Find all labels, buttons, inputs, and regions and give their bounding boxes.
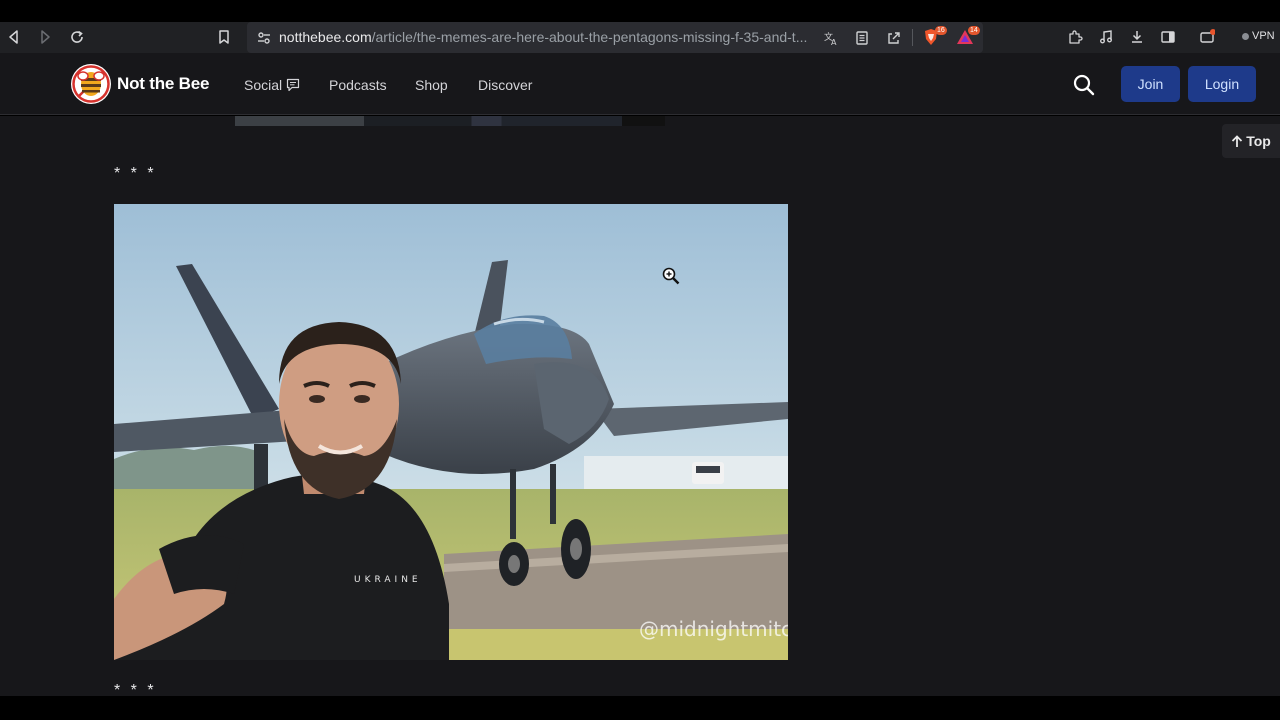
separator-bottom: * * * — [114, 682, 157, 696]
wallet-icon[interactable] — [1195, 26, 1219, 48]
f35-selfie-meme-image: UKRAINE @midnightmitc — [114, 204, 788, 660]
bookmark-icon[interactable] — [212, 26, 236, 48]
login-button[interactable]: Login — [1188, 66, 1256, 102]
back-icon[interactable] — [2, 26, 26, 48]
vpn-label: VPN — [1252, 30, 1275, 42]
share-icon[interactable] — [883, 27, 905, 49]
reload-icon[interactable] — [65, 26, 89, 48]
url-text[interactable]: notthebee.com/article/the-memes-are-here… — [279, 29, 814, 45]
zoom-in-cursor-icon — [662, 267, 680, 285]
brand-name[interactable]: Not the Bee — [117, 74, 209, 94]
reader-mode-icon[interactable] — [851, 27, 873, 49]
search-button[interactable] — [1072, 73, 1096, 97]
nav-discover[interactable]: Discover — [478, 77, 532, 93]
not-the-bee-logo[interactable] — [71, 64, 111, 104]
site-header: Not the Bee Social Podcasts Shop Discove… — [0, 53, 1280, 115]
forward-icon[interactable] — [33, 26, 57, 48]
shield-count-badge: 16 — [935, 26, 947, 35]
back-to-top-label: Top — [1246, 133, 1271, 149]
translate-icon[interactable]: 文A — [820, 27, 842, 49]
url-domain: notthebee.com — [279, 29, 372, 45]
download-icon[interactable] — [1125, 26, 1149, 48]
letterbox-bottom — [0, 696, 1280, 720]
music-icon[interactable] — [1094, 26, 1118, 48]
nav-podcasts-label: Podcasts — [329, 77, 387, 93]
nav-podcasts[interactable]: Podcasts — [329, 77, 387, 93]
chat-icon — [287, 78, 300, 92]
article-content: * * * UKRAINE @midnightmitc * * * Top — [0, 116, 1280, 696]
screen: notthebee.com/article/the-memes-are-here… — [0, 0, 1280, 720]
sidebar-icon[interactable] — [1156, 26, 1180, 48]
url-path: /article/the-memes-are-here-about-the-pe… — [371, 29, 808, 45]
previous-image — [235, 116, 665, 126]
nav-discover-label: Discover — [478, 77, 533, 93]
nav-social-label: Social — [244, 77, 283, 93]
article-image[interactable]: UKRAINE @midnightmitc — [114, 204, 788, 660]
shirt-text: UKRAINE — [354, 575, 422, 585]
browser-toolbar: notthebee.com/article/the-memes-are-here… — [0, 22, 1280, 53]
nav-shop[interactable]: Shop — [415, 77, 448, 93]
bee-logo-icon — [72, 65, 110, 103]
extensions-icon[interactable] — [1063, 26, 1087, 48]
nav-shop-label: Shop — [415, 77, 448, 93]
search-icon — [1073, 74, 1095, 96]
address-bar[interactable]: notthebee.com/article/the-memes-are-here… — [247, 22, 983, 53]
site-settings-icon[interactable] — [253, 27, 275, 49]
nav-social[interactable]: Social — [244, 77, 300, 93]
svg-text:A: A — [831, 38, 837, 46]
arrow-up-icon — [1232, 134, 1243, 147]
divider — [912, 29, 913, 46]
alert-count-badge: 14 — [968, 26, 980, 35]
image-watermark: @midnightmitc — [639, 617, 788, 641]
back-to-top-button[interactable]: Top — [1222, 124, 1280, 158]
vpn-status-icon — [1242, 32, 1249, 40]
separator-top: * * * — [114, 165, 157, 182]
join-button[interactable]: Join — [1121, 66, 1180, 102]
vpn-button[interactable]: VPN — [1242, 30, 1275, 42]
